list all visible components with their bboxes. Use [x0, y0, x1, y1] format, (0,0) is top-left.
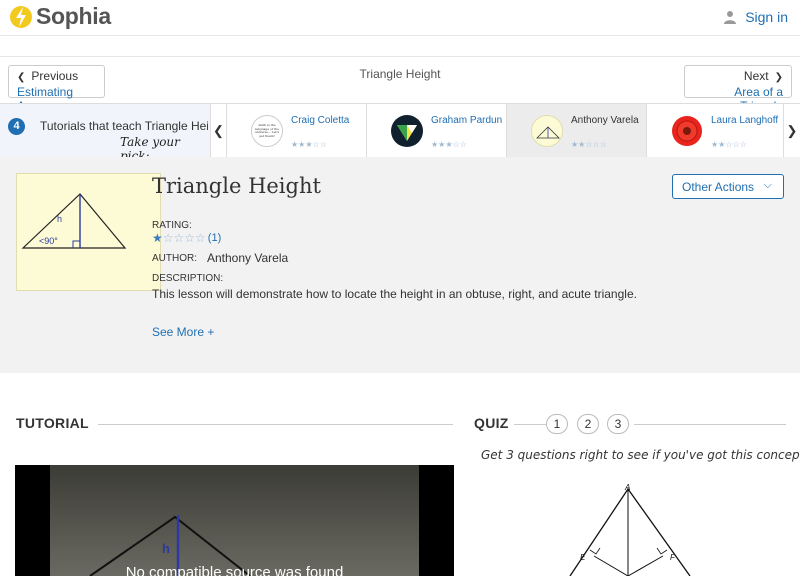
lesson-thumbnail: h <90° — [16, 173, 161, 291]
tutorial-count-label: Tutorials that teach Triangle Height — [40, 119, 208, 133]
lesson-info-panel: h <90° Triangle Height Other Actions ⌵ R… — [0, 157, 800, 373]
chevron-down-icon: ⌵ — [763, 179, 772, 191]
quiz-figure: A E F — [560, 480, 700, 576]
sophia-logo[interactable]: Sophia — [10, 3, 111, 30]
divider — [634, 424, 786, 425]
carousel-right-arrow[interactable]: ❯ — [783, 104, 800, 157]
card-author-name: Laura Langhoff — [711, 115, 779, 126]
prism-icon — [397, 125, 417, 141]
video-error-message: No compatible source was found — [125, 564, 344, 576]
sophia-logo-icon — [10, 5, 32, 28]
rating-label: RATING: — [152, 220, 192, 231]
thumb-angle-label: <90° — [39, 236, 58, 246]
tutorial-picker: 4 Tutorials that teach Triangle Height T… — [0, 103, 800, 163]
card-author-name: Craig Coletta — [291, 115, 350, 126]
triangle-icon — [536, 126, 560, 139]
rating-stars[interactable]: ★ ☆☆☆☆ (1) — [152, 231, 221, 245]
sign-in-link[interactable]: Sign in — [723, 9, 788, 25]
lesson-description: This lesson will demonstrate how to loca… — [152, 287, 637, 301]
quiz-hint: Get 3 questions right to see if you've g… — [481, 448, 800, 462]
card-author-name: Graham Pardun — [431, 115, 503, 126]
user-icon — [724, 11, 737, 24]
video-h-label: h — [162, 541, 170, 556]
avatar: math is the language of the universe... … — [251, 115, 283, 147]
quiz-section-title: QUIZ — [474, 415, 509, 431]
tutorial-card-graham-pardun[interactable]: Graham Pardun ★★★☆☆ — [367, 104, 507, 157]
tutorial-card-anthony-varela[interactable]: Anthony Varela ★★☆☆☆ — [507, 104, 647, 157]
tutorial-card-laura-langhoff[interactable]: Laura Langhoff ★★☆☆☆ — [647, 104, 787, 157]
avatar-caption: math is the language of the universe... … — [254, 123, 280, 138]
lesson-title: Triangle Height — [152, 174, 321, 198]
quiz-label-a: A — [624, 483, 630, 492]
card-rating-stars: ★★★☆☆ — [291, 140, 327, 149]
divider — [514, 424, 546, 425]
star-filled-icon: ★ — [152, 231, 163, 245]
star-empty-icons: ☆☆☆☆ — [162, 231, 206, 245]
quiz-page-2[interactable]: 2 — [577, 414, 599, 434]
next-button[interactable]: Next❯ Area of a Triangle — [684, 65, 792, 113]
triangle-height-diagram: h <90° — [21, 193, 127, 249]
rating-count: (1) — [207, 232, 222, 244]
tutorial-count-badge: 4 — [8, 118, 25, 135]
flower-icon — [672, 116, 702, 146]
brand-name: Sophia — [36, 3, 111, 29]
avatar — [391, 115, 423, 147]
tutorial-count-box: 4 Tutorials that teach Triangle Height T… — [0, 104, 210, 163]
other-actions-button[interactable]: Other Actions ⌵ — [672, 174, 784, 199]
card-rating-stars: ★★★☆☆ — [431, 140, 467, 149]
description-label: DESCRIPTION: — [152, 273, 224, 284]
author-name: Anthony Varela — [207, 251, 289, 265]
lesson-nav: ❮Previous Estimating Area Triangle Heigh… — [0, 56, 800, 113]
other-actions-label: Other Actions — [682, 180, 755, 194]
top-header: Sophia Sign in — [0, 0, 800, 36]
video-frame: h — [50, 465, 419, 576]
carousel-left-arrow[interactable]: ❮ — [210, 104, 227, 157]
card-rating-stars: ★★☆☆☆ — [571, 140, 607, 149]
quiz-page-1[interactable]: 1 — [546, 414, 568, 434]
chevron-right-icon: ❯ — [786, 123, 798, 138]
thumb-h-label: h — [57, 214, 62, 224]
divider — [98, 424, 453, 425]
see-more-link[interactable]: See More + — [152, 325, 214, 339]
next-label: Next — [743, 69, 769, 83]
chevron-left-icon: ❮ — [213, 123, 224, 138]
card-rating-stars: ★★☆☆☆ — [711, 140, 747, 149]
card-author-name: Anthony Varela — [571, 115, 639, 126]
video-triangle-diagram: h — [89, 515, 251, 576]
tutorial-card-craig-coletta[interactable]: math is the language of the universe... … — [227, 104, 367, 157]
chevron-right-icon: ❯ — [774, 72, 783, 83]
avatar — [531, 115, 563, 147]
author-label: AUTHOR: — [152, 253, 197, 264]
tutorial-section-title: TUTORIAL — [16, 415, 89, 431]
nav-lesson-title: Triangle Height — [359, 67, 441, 81]
quiz-page-3[interactable]: 3 — [607, 414, 629, 434]
quiz-label-e: E — [580, 553, 586, 562]
quiz-triangle-diagram: A E F — [569, 483, 691, 576]
video-player[interactable]: h No compatible source was found — [15, 465, 454, 576]
avatar — [671, 115, 703, 147]
sign-in-label: Sign in — [745, 9, 788, 25]
